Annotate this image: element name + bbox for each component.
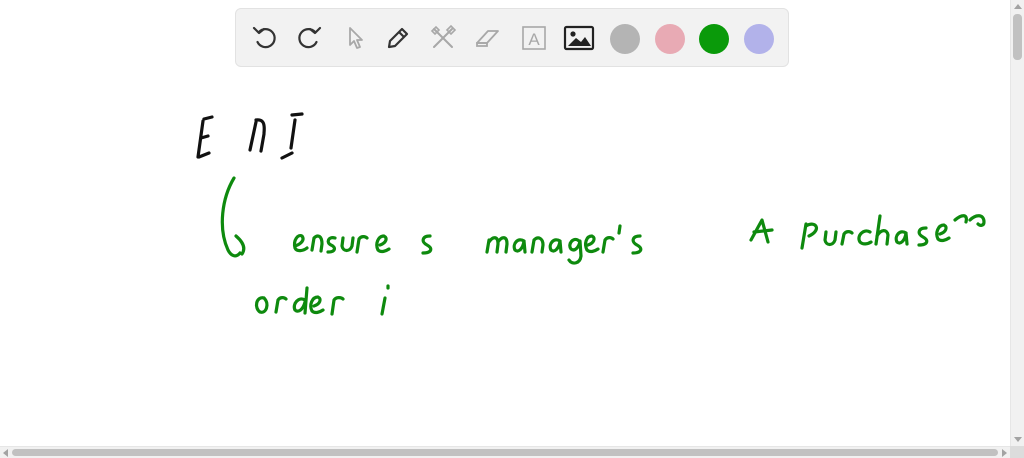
text-icon: A [522, 26, 546, 50]
pen-icon [387, 27, 409, 49]
text-tool-glyph: A [528, 30, 540, 49]
eraser-tool-button[interactable] [471, 21, 505, 55]
eraser-icon [476, 30, 499, 47]
scroll-left-icon[interactable] [3, 449, 8, 457]
color-swatch-gray[interactable] [610, 24, 640, 54]
drawing-toolbar: A [235, 8, 789, 67]
text-tool-button[interactable]: A [517, 21, 551, 55]
image-icon [563, 25, 595, 51]
scroll-down-icon[interactable] [1014, 437, 1022, 442]
vertical-scroll-thumb[interactable] [1013, 14, 1022, 60]
vertical-scrollbar[interactable] [1010, 0, 1024, 446]
color-swatch-green[interactable] [699, 24, 729, 54]
scroll-up-icon[interactable] [1014, 4, 1022, 9]
handwriting-edi [196, 112, 304, 160]
scroll-right-icon[interactable] [1002, 449, 1007, 457]
image-tool-button[interactable] [562, 21, 596, 55]
color-swatch-pink[interactable] [655, 24, 685, 54]
tools-icon [430, 24, 457, 48]
color-swatch-lavender[interactable] [744, 24, 774, 54]
handwriting-line-1 [292, 214, 986, 265]
pen-tool-button[interactable] [381, 21, 415, 55]
tools-button[interactable] [426, 21, 460, 55]
undo-icon [252, 26, 276, 49]
horizontal-scroll-thumb[interactable] [12, 449, 998, 456]
handwriting-arrow [220, 176, 246, 258]
horizontal-scrollbar[interactable] [0, 446, 1010, 458]
redo-icon [298, 26, 322, 49]
undo-button[interactable] [248, 21, 282, 55]
redo-button[interactable] [292, 21, 326, 55]
scrollbar-corner [1010, 446, 1024, 458]
pointer-icon [349, 27, 363, 49]
select-tool-button[interactable] [337, 21, 371, 55]
handwriting-line-2 [254, 284, 390, 316]
whiteboard-app: A [0, 0, 1024, 458]
